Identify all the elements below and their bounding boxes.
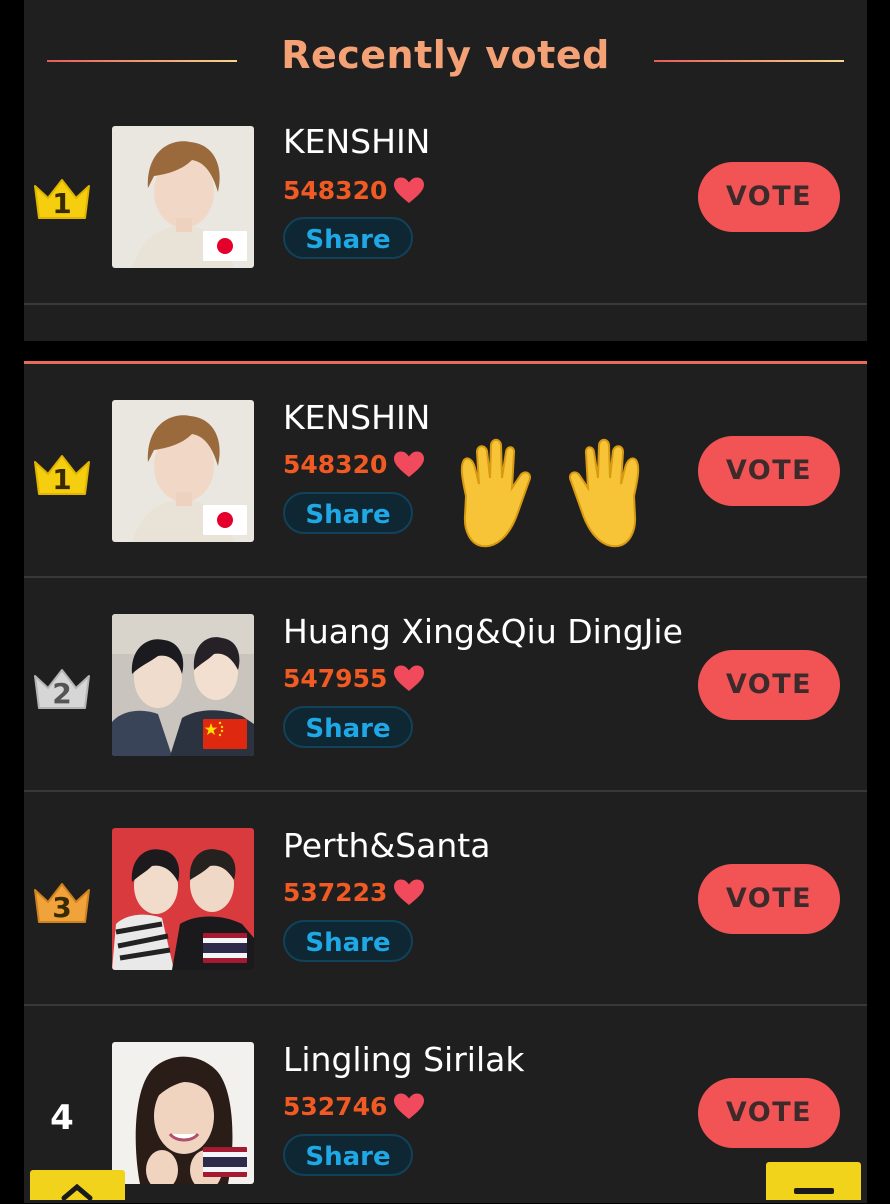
entry-name: KENSHIN <box>283 398 431 437</box>
vote-count: 532746 <box>283 1092 388 1121</box>
recent-entry-row: 1 KENSHIN 548320 Share VOTE <box>24 92 867 305</box>
vote-button[interactable]: VOTE <box>698 162 840 232</box>
section-header: Recently voted <box>24 33 867 85</box>
rank-badge: 4 <box>31 1092 93 1140</box>
rank-crown-gold-icon: 1 <box>31 174 93 222</box>
vote-button[interactable]: VOTE <box>698 650 840 720</box>
flag-thailand-icon <box>203 1147 247 1177</box>
recently-voted-panel: Recently voted 1 KENSHIN 548320 Share VO <box>24 0 867 341</box>
vote-count: 548320 <box>283 176 388 205</box>
photo-perth-santa[interactable] <box>112 828 254 970</box>
ranking-row: 3 Perth&Santa 537223 Share VOTE <box>24 792 867 1006</box>
rank-crown-gold-icon: 1 <box>31 450 93 498</box>
vote-button[interactable]: VOTE <box>698 864 840 934</box>
section-title: Recently voted <box>281 33 610 77</box>
photo-lingling-sirilak[interactable] <box>112 1042 254 1184</box>
rank-number: 2 <box>52 677 72 710</box>
rank-number: 1 <box>52 187 72 220</box>
vote-button[interactable]: VOTE <box>698 1078 840 1148</box>
photo-kenshin[interactable] <box>112 126 254 268</box>
ranking-row: 2 Huang Xing&Qiu DingJie 547955 Share VO… <box>24 578 867 792</box>
rank-number: 4 <box>50 1098 74 1138</box>
vote-button[interactable]: VOTE <box>698 436 840 506</box>
share-button[interactable]: Share <box>283 706 413 748</box>
photo-huang-xing-qiu-dingjie[interactable] <box>112 614 254 756</box>
rank-crown-bronze-icon: 3 <box>31 878 93 926</box>
entry-name: Huang Xing&Qiu DingJie <box>283 612 683 651</box>
chevron-up-icon <box>61 1183 93 1201</box>
menu-button[interactable] <box>766 1162 861 1200</box>
share-button[interactable]: Share <box>283 217 413 259</box>
vote-count: 537223 <box>283 878 388 907</box>
entry-name: Perth&Santa <box>283 826 491 865</box>
rank-number: 1 <box>52 463 72 496</box>
entry-name: Lingling Sirilak <box>283 1040 525 1079</box>
heart-icon <box>393 878 425 906</box>
share-button[interactable]: Share <box>283 492 413 534</box>
ranking-row: 4 Lingling Sirilak 532746 Share VOTE <box>24 1006 867 1203</box>
share-button[interactable]: Share <box>283 1134 413 1176</box>
ranking-row: 1 KENSHIN 548320 Share VOTE <box>24 364 867 578</box>
raised-hands-icon <box>448 436 652 556</box>
flag-japan-icon <box>203 231 247 261</box>
entry-name: KENSHIN <box>283 122 431 161</box>
heart-icon <box>393 176 425 204</box>
rank-crown-silver-icon: 2 <box>31 664 93 712</box>
title-divider-right <box>654 60 844 62</box>
flag-thailand-icon <box>203 933 247 963</box>
scroll-to-top-button[interactable] <box>30 1170 125 1201</box>
menu-icon <box>794 1188 834 1194</box>
heart-icon <box>393 1092 425 1120</box>
vote-count: 547955 <box>283 664 388 693</box>
flag-china-icon <box>203 719 247 749</box>
ranking-panel: 1 KENSHIN 548320 Share VOTE 2 Huang Xing… <box>24 361 867 1203</box>
share-button[interactable]: Share <box>283 920 413 962</box>
heart-icon <box>393 664 425 692</box>
rank-number: 3 <box>52 891 72 924</box>
flag-japan-icon <box>203 505 247 535</box>
heart-icon <box>393 450 425 478</box>
photo-kenshin[interactable] <box>112 400 254 542</box>
vote-count: 548320 <box>283 450 388 479</box>
